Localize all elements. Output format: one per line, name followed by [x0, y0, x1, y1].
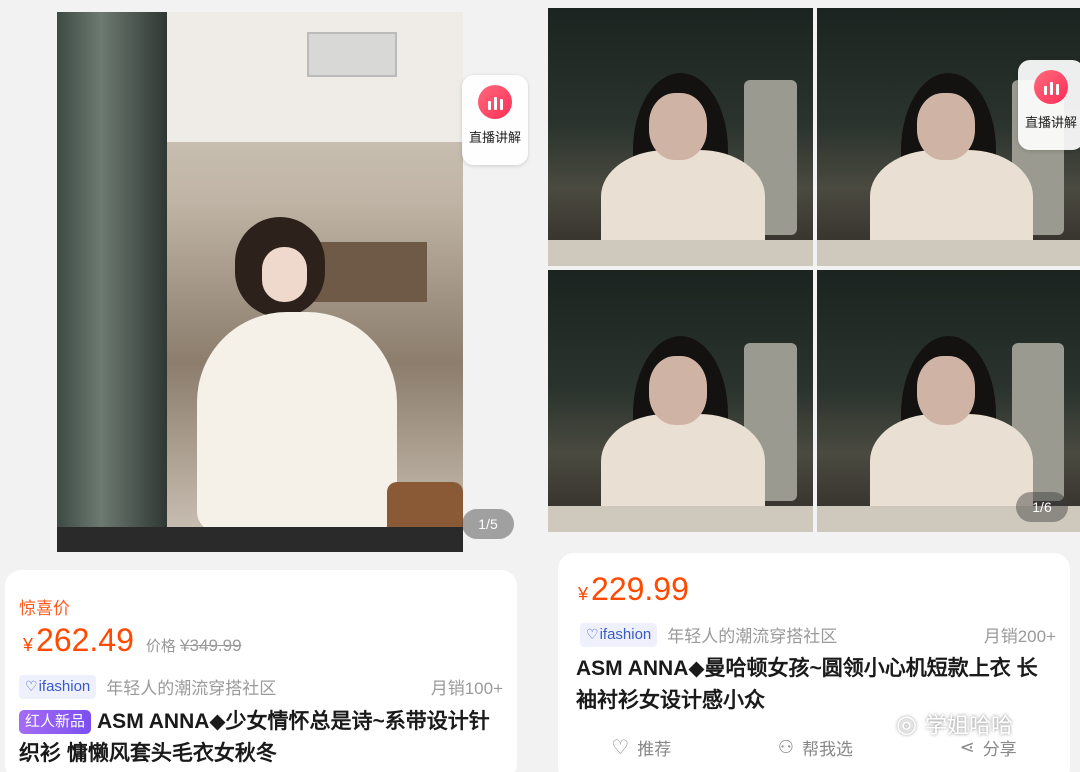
price-row: ¥ 229.99 — [578, 571, 689, 608]
live-icon — [1034, 70, 1068, 104]
surprise-price-label: 惊喜价 — [19, 599, 70, 618]
monthly-sales: 月销100+ — [430, 679, 503, 698]
left-product-panel: 直播讲解 1/5 惊喜价 ¥ 262.49 价格 ¥349.99 ♡ ifashi… — [0, 0, 530, 772]
brand-row: ♡ ifashion 年轻人的潮流穿搭社区 月销200+ — [580, 622, 1056, 647]
heart-icon: ♡ — [611, 737, 630, 759]
product-image-knit-sweater[interactable] — [57, 12, 463, 552]
live-icon — [478, 85, 512, 119]
wechat-icon: ◎ — [896, 710, 917, 738]
share-icon: ⋖ — [959, 737, 975, 757]
ifashion-badge[interactable]: ♡ ifashion — [580, 622, 658, 647]
product-info-card[interactable]: 惊喜价 ¥ 262.49 价格 ¥349.99 ♡ ifashion 年轻人的潮流… — [5, 570, 517, 772]
monthly-sales: 月销200+ — [983, 627, 1056, 646]
live-explain-badge[interactable]: 直播讲解 — [1018, 60, 1080, 150]
people-icon: ⚇ — [777, 737, 794, 757]
current-price: 229.99 — [591, 571, 689, 607]
current-price: 262.49 — [36, 622, 134, 658]
live-badge-label: 直播讲解 — [468, 130, 521, 145]
image-pager: 1/5 — [462, 509, 514, 539]
live-badge-label: 直播讲解 — [1024, 115, 1077, 130]
original-price: 价格 ¥349.99 — [145, 636, 242, 655]
ifashion-badge[interactable]: ♡ ifashion — [19, 674, 97, 699]
image-pager: 1/6 — [1016, 492, 1068, 522]
brand-row: ♡ ifashion 年轻人的潮流穿搭社区 月销100+ — [19, 674, 503, 699]
recommend-button[interactable]: ♡ 推荐 — [611, 735, 671, 760]
brand-slogan: 年轻人的潮流穿搭社区 — [667, 627, 838, 646]
currency-symbol: ¥ — [578, 584, 589, 604]
ifashion-heart-icon: ♡ — [25, 678, 38, 694]
product-image-blouse-1[interactable] — [548, 8, 813, 266]
influencer-new-tag: 红人新品 — [19, 710, 92, 734]
right-product-panel: 直播讲解 1/6 ¥ 229.99 ♡ ifashion 年轻人的潮流穿搭社区 月… — [548, 0, 1080, 772]
watermark: ◎ 学姐哈哈 — [896, 710, 1013, 739]
product-title[interactable]: 红人新品 ASM ANNA◆少女情怀总是诗~系带设计针织衫 慵懒风套头毛衣女秋冬 — [19, 706, 509, 770]
brand-slogan: 年轻人的潮流穿搭社区 — [106, 679, 277, 698]
product-image-blouse-3[interactable] — [548, 270, 813, 532]
help-choose-button[interactable]: ⚇ 帮我选 — [778, 735, 853, 760]
ifashion-heart-icon: ♡ — [586, 626, 599, 642]
currency-symbol: ¥ — [23, 635, 34, 655]
live-explain-badge[interactable]: 直播讲解 — [462, 75, 528, 165]
price-row: ¥ 262.49 价格 ¥349.99 — [23, 622, 242, 659]
